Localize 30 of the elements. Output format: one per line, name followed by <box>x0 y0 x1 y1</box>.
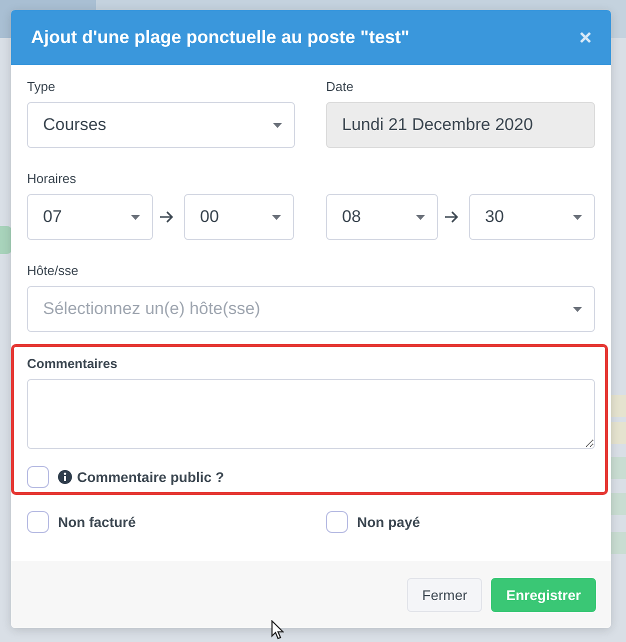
field-label: Hôte/sse <box>27 262 80 280</box>
type-select[interactable]: Courses <box>27 102 295 148</box>
info-icon <box>58 470 72 484</box>
field-label: Date <box>326 78 354 96</box>
comment-field[interactable] <box>27 379 595 449</box>
field-label: Horaires <box>27 170 78 188</box>
hour-select[interactable]: 07 <box>27 194 153 240</box>
arrow-right-icon <box>445 211 459 223</box>
checkbox[interactable] <box>27 466 49 488</box>
arrow-right-icon <box>160 211 174 223</box>
checkbox-label: Commentaire public ? <box>77 469 224 485</box>
checkbox[interactable] <box>27 511 49 533</box>
dialog-title: Ajout d'une plage ponctuelle au poste "test" <box>31 27 410 48</box>
hour-select[interactable]: 08 <box>326 194 438 240</box>
minute-select[interactable]: 30 <box>469 194 595 240</box>
close-button[interactable]: Fermer <box>407 578 482 612</box>
caret-icon <box>416 214 425 220</box>
caret-icon <box>131 214 140 220</box>
caret-icon <box>573 306 582 312</box>
field-label: Type <box>27 78 56 96</box>
minute-select[interactable]: 00 <box>184 194 294 240</box>
caret-icon <box>573 214 582 220</box>
checkbox-label: Non facturé <box>58 514 136 530</box>
field-label: Commentaires <box>27 355 118 373</box>
checkbox-label: Non payé <box>357 514 420 530</box>
caret-icon <box>273 122 282 128</box>
checkbox[interactable] <box>326 511 348 533</box>
caret-icon <box>272 214 281 220</box>
close-icon[interactable] <box>580 32 591 43</box>
date-field: Lundi 21 Decembre 2020 <box>326 102 595 148</box>
